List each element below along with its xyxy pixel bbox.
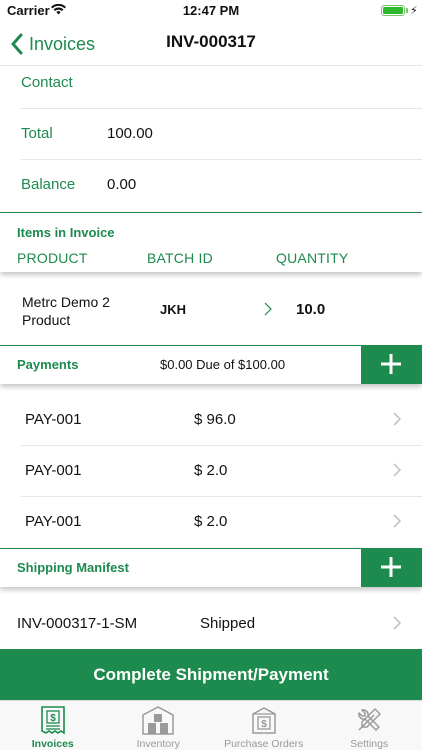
items-section-header: Items in Invoice PRODUCT BATCH ID QUANTI… bbox=[0, 212, 422, 272]
balance-value: 0.00 bbox=[107, 176, 137, 193]
payment-amount: $ 96.0 bbox=[194, 411, 236, 428]
add-payment-button[interactable] bbox=[361, 345, 422, 384]
payment-amount: $ 2.0 bbox=[194, 462, 228, 479]
items-section-title: Items in Invoice bbox=[17, 225, 115, 240]
payment-row[interactable]: PAY-001 $ 2.0 bbox=[0, 445, 422, 496]
complete-shipment-payment-button[interactable]: Complete Shipment/Payment bbox=[0, 649, 422, 700]
column-header-product: PRODUCT bbox=[17, 250, 88, 266]
plus-icon bbox=[381, 354, 401, 374]
total-label: Total bbox=[21, 125, 53, 142]
payment-id: PAY-001 bbox=[25, 462, 82, 479]
column-header-quantity: QUANTITY bbox=[276, 250, 349, 266]
status-bar: Carrier 12:47 PM ⚡ bbox=[0, 0, 422, 22]
payment-row[interactable]: PAY-001 $ 2.0 bbox=[0, 496, 422, 547]
payment-row[interactable]: PAY-001 $ 96.0 bbox=[0, 394, 422, 445]
item-batch-id: JKH bbox=[160, 302, 187, 317]
tab-invoices[interactable]: $ Invoices bbox=[0, 701, 106, 750]
battery-cap bbox=[406, 8, 408, 13]
payment-id: PAY-001 bbox=[25, 513, 82, 530]
svg-text:$: $ bbox=[50, 713, 56, 724]
tab-label: Settings bbox=[350, 738, 389, 750]
plus-icon bbox=[381, 557, 401, 577]
invoice-item-row[interactable]: Metrc Demo 2 Product JKH 10.0 bbox=[0, 280, 422, 342]
purchase-orders-icon: $ bbox=[252, 707, 276, 734]
charging-icon: ⚡ bbox=[410, 5, 418, 17]
payment-id: PAY-001 bbox=[25, 411, 82, 428]
chevron-right-icon bbox=[393, 514, 401, 528]
payment-amount: $ 2.0 bbox=[194, 513, 228, 530]
invoice-icon: $ bbox=[40, 706, 65, 735]
manifest-status: Shipped bbox=[200, 615, 256, 632]
tab-label: Purchase Orders bbox=[224, 738, 304, 750]
payments-due-text: $0.00 Due of $100.00 bbox=[160, 357, 286, 372]
add-shipping-manifest-button[interactable] bbox=[361, 548, 422, 587]
chevron-right-icon bbox=[393, 463, 401, 477]
shipping-manifest-row[interactable]: INV-000317-1-SM Shipped bbox=[0, 598, 422, 648]
column-header-batch-id: BATCH ID bbox=[147, 250, 213, 266]
tab-settings[interactable]: Settings bbox=[317, 701, 422, 750]
svg-text:$: $ bbox=[261, 719, 267, 730]
tab-inventory[interactable]: Inventory bbox=[106, 701, 212, 750]
payments-section-title: Payments bbox=[17, 357, 79, 372]
chevron-right-icon bbox=[393, 616, 401, 630]
clock: 12:47 PM bbox=[182, 3, 240, 18]
shipping-section-header: Shipping Manifest bbox=[0, 548, 422, 587]
chevron-right-icon bbox=[393, 412, 401, 426]
balance-row: Balance 0.00 bbox=[0, 160, 422, 211]
tab-label: Invoices bbox=[31, 738, 74, 750]
item-quantity: 10.0 bbox=[296, 301, 326, 318]
page-title: INV-000317 bbox=[166, 32, 256, 51]
contact-label: Contact bbox=[21, 74, 73, 91]
contact-row: Contact bbox=[0, 58, 422, 109]
shipping-section-title: Shipping Manifest bbox=[17, 560, 129, 575]
battery-icon bbox=[381, 5, 405, 16]
chevron-right-icon bbox=[264, 302, 272, 316]
manifest-id: INV-000317-1-SM bbox=[17, 615, 138, 632]
tab-purchase-orders[interactable]: $ Purchase Orders bbox=[211, 701, 317, 750]
total-value: 100.00 bbox=[107, 125, 153, 142]
total-row: Total 100.00 bbox=[0, 109, 422, 160]
balance-label: Balance bbox=[21, 176, 76, 193]
settings-icon bbox=[358, 708, 381, 731]
payments-section-header: Payments $0.00 Due of $100.00 bbox=[0, 345, 422, 384]
tab-label: Inventory bbox=[136, 738, 180, 750]
item-product: Metrc Demo 2 Product bbox=[22, 294, 110, 328]
inventory-icon bbox=[142, 706, 174, 735]
tab-bar: $ Invoices Inventory $ Purchase Orders S… bbox=[0, 700, 422, 750]
